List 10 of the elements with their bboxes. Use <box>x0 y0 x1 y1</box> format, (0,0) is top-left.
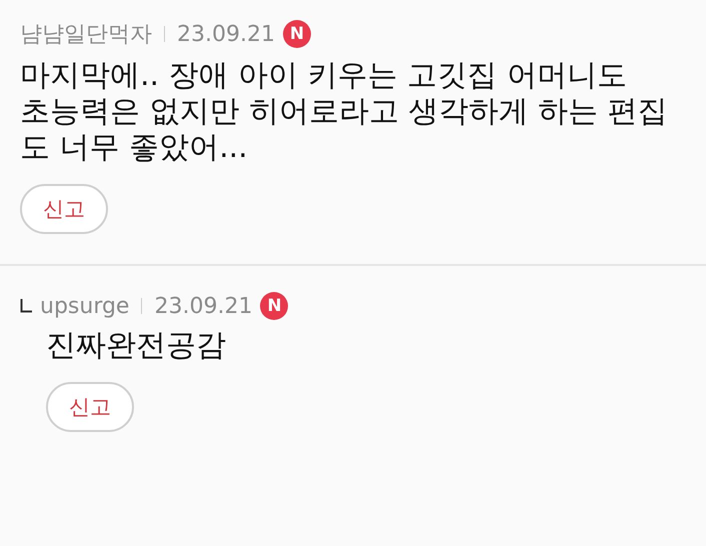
comment-date: 23.09.21 <box>177 22 275 46</box>
comment-author: upsurge <box>40 294 130 318</box>
new-badge: N <box>282 20 311 48</box>
new-badge: N <box>260 292 288 320</box>
report-button[interactable]: 신고 <box>46 382 134 432</box>
comment-author: 냠냠일단먹자 <box>20 21 152 49</box>
report-button[interactable]: 신고 <box>20 184 108 234</box>
comment-text: 마지막에.. 장애 아이 키우는 고깃집 어머니도 초능력은 없지만 히어로라고 생각하게 하는 편집도 너무 좋았어... <box>20 58 669 166</box>
comment-date: 23.09.21 <box>154 294 252 318</box>
comment-text: 진짜완전공감 <box>46 328 227 364</box>
